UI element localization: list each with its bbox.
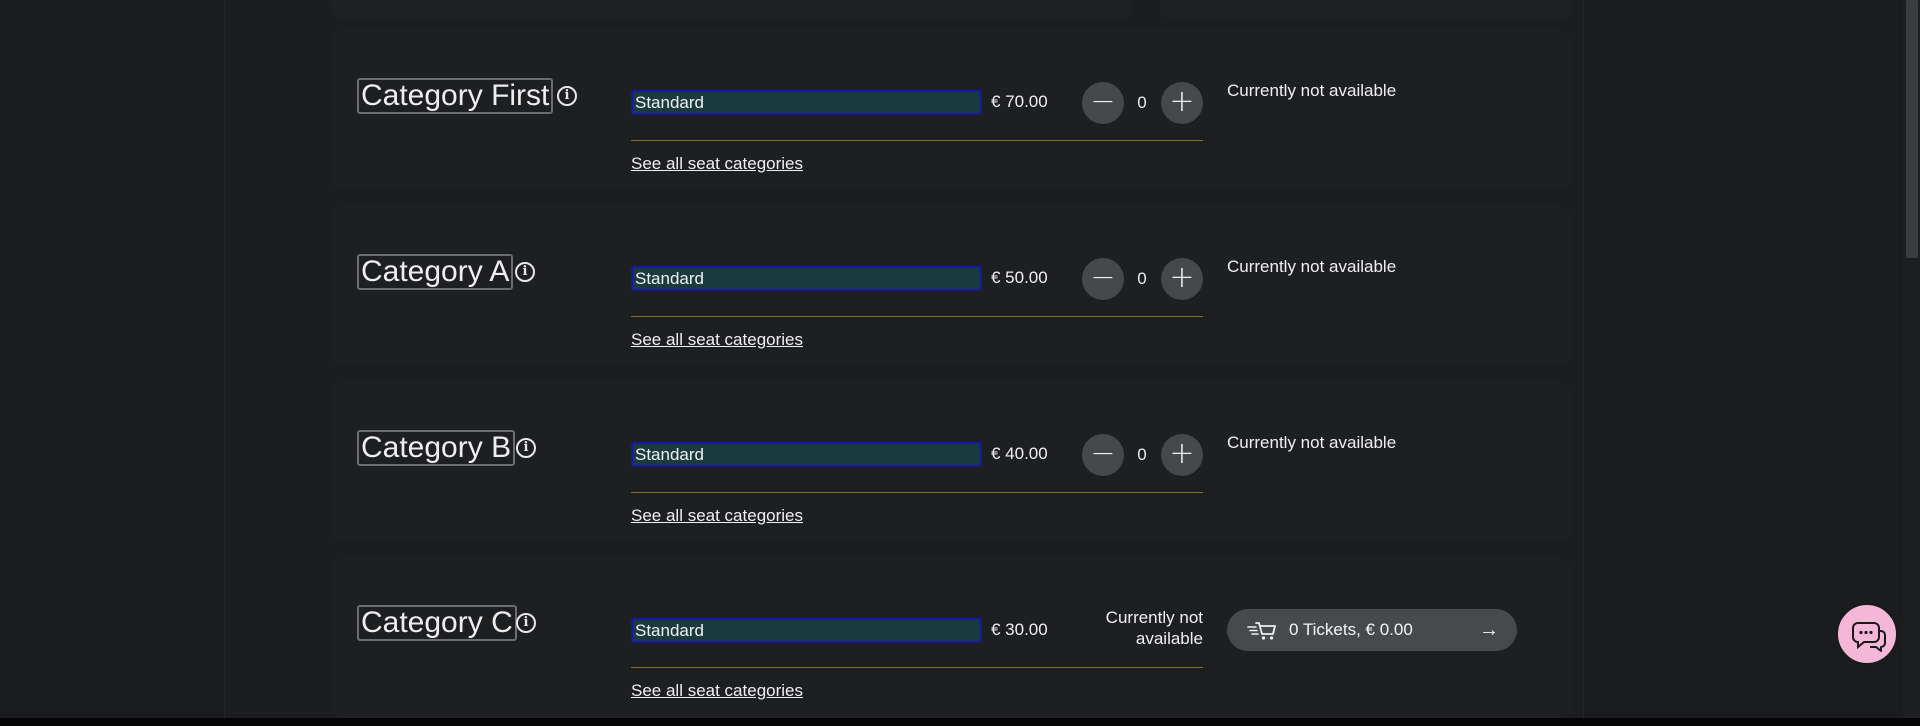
previous-card-right (1160, 0, 1571, 18)
chat-button[interactable] (1836, 603, 1898, 665)
info-icon[interactable]: i (516, 438, 536, 458)
divider (631, 492, 1203, 493)
info-icon[interactable]: i (516, 613, 536, 633)
minus-icon[interactable]: − (1082, 82, 1124, 124)
quantity-value: 0 (1137, 445, 1147, 464)
availability-status: Currently not available (1105, 608, 1203, 648)
see-all-seat-categories-link[interactable]: See all seat categories (631, 329, 803, 351)
quantity-value: 0 (1137, 93, 1147, 112)
cart-summary-button[interactable]: 0 Tickets, € 0.00 → (1227, 609, 1517, 651)
scrollbar-thumb[interactable] (1906, 0, 1918, 258)
divider (631, 667, 1203, 668)
see-all-seat-categories-link[interactable]: See all seat categories (631, 680, 803, 702)
divider (631, 140, 1203, 141)
category-title: Category C (357, 605, 517, 641)
arrow-right-icon: → (1479, 619, 1499, 641)
plus-icon[interactable]: + (1161, 258, 1203, 300)
bottom-bar (0, 718, 1920, 726)
minus-icon[interactable]: − (1082, 258, 1124, 300)
plus-icon[interactable]: + (1161, 82, 1203, 124)
info-icon[interactable]: i (515, 262, 535, 282)
seat-type-select[interactable]: Standard (631, 266, 982, 291)
category-title: Category First (357, 78, 554, 114)
see-all-seat-categories-link[interactable]: See all seat categories (631, 505, 803, 527)
price: € 30.00 (991, 620, 1048, 639)
plus-icon[interactable]: + (1161, 434, 1203, 476)
previous-card (331, 0, 1131, 18)
chat-icon (1852, 622, 1886, 652)
seat-type-select[interactable]: Standard (631, 442, 982, 467)
divider (631, 316, 1203, 317)
category-title: Category B (357, 430, 516, 466)
availability-status: Currently not available (1227, 81, 1397, 100)
minus-icon[interactable]: − (1082, 434, 1124, 476)
info-icon[interactable]: i (557, 86, 577, 106)
availability-status: Currently not available (1227, 433, 1397, 452)
price: € 70.00 (991, 92, 1048, 111)
see-all-seat-categories-link[interactable]: See all seat categories (631, 153, 803, 175)
cart-icon (1247, 622, 1276, 640)
category-title: Category A (357, 254, 514, 290)
price: € 40.00 (991, 444, 1048, 463)
quantity-value: 0 (1137, 269, 1147, 288)
cart-summary-label: 0 Tickets, € 0.00 (1289, 620, 1413, 639)
seat-type-select[interactable]: Standard (631, 90, 982, 115)
price: € 50.00 (991, 268, 1048, 287)
seat-type-select[interactable]: Standard (631, 618, 982, 643)
availability-status: Currently not available (1227, 257, 1397, 276)
